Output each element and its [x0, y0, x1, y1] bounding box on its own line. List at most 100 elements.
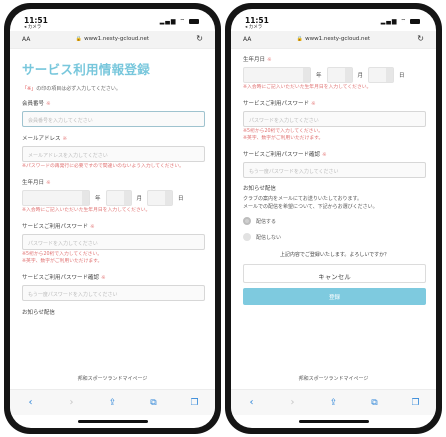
member-no-label: 会員番号 ※ [22, 99, 205, 107]
newsletter-option-yes-label: 配信する [256, 218, 277, 225]
phone-frame-right: 11:51 ◂ カメラ ▂▄▆ ⌔ AA 🔒 www1.nesty-gcloud.… [225, 3, 442, 434]
day-label: 日 [399, 73, 405, 79]
newsletter-option-no-label: 配信しない [256, 234, 282, 241]
birth-month-select[interactable] [326, 67, 353, 83]
password-input[interactable]: パスワードを入力してください [243, 110, 426, 127]
password-input[interactable]: パスワードを入力してください [22, 233, 205, 250]
reload-icon[interactable]: ↻ [196, 34, 203, 43]
forward-icon[interactable]: › [283, 397, 303, 408]
password-label: サービスご利用パスワード ※ [243, 99, 426, 107]
newsletter-option-yes[interactable]: 配信する [243, 215, 426, 227]
chevron-down-icon [303, 68, 310, 82]
birthdate-row: 年 月 日 [22, 189, 205, 206]
chevron-down-icon [386, 68, 394, 82]
site-footer-title: 邦和スポーツランドマイページ [298, 376, 369, 382]
birth-month-select[interactable] [105, 189, 132, 206]
newsletter-desc-line-1: クラブの案内をメールにてお送りいたしております。 [243, 195, 363, 202]
password-error-length: ※5桁から20桁で入力してください。 [243, 128, 324, 134]
forward-icon[interactable]: › [62, 397, 82, 408]
status-back-to-app[interactable]: ◂ カメラ [245, 24, 262, 30]
status-bar: 11:51 ◂ カメラ ▂▄▆ ⌔ [231, 9, 436, 31]
status-back-to-app[interactable]: ◂ カメラ [24, 24, 41, 30]
member-no-input[interactable]: 会員番号を入力してください [22, 111, 205, 127]
password-label-text: サービスご利用パスワード [22, 223, 89, 230]
lock-icon: 🔒 [296, 36, 304, 42]
radio-unchecked-icon[interactable] [243, 233, 251, 242]
birthdate-label: 生年月日 ※ [243, 55, 426, 63]
newsletter-description: クラブの案内をメールにてお送りいたしております。 メールでの配信を希望について、… [243, 196, 426, 212]
password-error-length: ※5桁から20桁で入力してください。 [22, 251, 103, 257]
password-confirm-label-text: サービスご利用パスワード確認 [22, 274, 100, 281]
birth-day-select[interactable] [368, 67, 395, 83]
year-label: 年 [316, 73, 322, 79]
address-bar[interactable]: AA 🔒 www1.nesty-gcloud.net ↻ [231, 31, 436, 49]
tabs-icon[interactable]: ❐ [406, 398, 426, 408]
radio-checked-icon[interactable] [243, 217, 251, 226]
birthdate-error: ※入会時にご記入いただいた生年月日を入力してください。 [22, 207, 151, 213]
birthdate-label-text: 生年月日 [243, 57, 266, 63]
email-input[interactable]: メールアドレスを入力してください [22, 146, 205, 162]
required-mark: ※ [62, 136, 68, 142]
month-label: 月 [357, 73, 364, 79]
lock-icon: 🔒 [75, 36, 83, 42]
email-error: ※パスワードの再発行に必要ですので間違いのないよう入力してください。 [22, 164, 184, 169]
birth-year-select[interactable] [22, 189, 90, 206]
password-confirm-label: サービスご利用パスワード確認 ※ [22, 273, 205, 281]
back-icon[interactable]: ‹ [242, 397, 262, 408]
page-title: サービス利用情報登録 [22, 62, 151, 77]
back-icon[interactable]: ‹ [21, 397, 41, 408]
submit-button[interactable]: 登録 [243, 288, 426, 306]
password-label: サービスご利用パスワード ※ [22, 222, 205, 230]
status-bar: 11:51 ◂ カメラ ▂▄▆ ⌔ [10, 9, 215, 31]
address-bar[interactable]: AA 🔒 www1.nesty-gcloud.net ↻ [10, 31, 215, 49]
birth-day-select[interactable] [147, 189, 174, 206]
share-icon[interactable]: ⇪ [324, 398, 344, 408]
home-indicator[interactable] [77, 420, 148, 423]
home-indicator[interactable] [298, 420, 369, 423]
password-confirm-label-text: サービスご利用パスワード確認 [243, 151, 321, 158]
day-label: 日 [178, 195, 184, 202]
password-confirm-input[interactable]: もう一度パスワードを入力してください [22, 284, 205, 301]
screen-right: 11:51 ◂ カメラ ▂▄▆ ⌔ AA 🔒 www1.nesty-gcloud.… [231, 9, 436, 428]
browser-toolbar: ‹ › ⇪ ⧉ ❐ [231, 389, 436, 415]
reload-icon[interactable]: ↻ [417, 34, 424, 43]
form-content: 生年月日 ※ 年 月 日 ※入会時にご記入いただいた生年月日を入力してください。 … [243, 49, 426, 380]
share-icon[interactable]: ⇪ [103, 398, 123, 408]
birthdate-row: 年 月 日 [243, 67, 426, 83]
chevron-down-icon [123, 190, 131, 205]
required-note-text: の印の項目は必ず入力してください。 [36, 86, 121, 92]
cancel-button[interactable]: キャンセル [243, 264, 426, 284]
email-label-text: メールアドレス [22, 136, 61, 142]
url-display[interactable]: 🔒 www1.nesty-gcloud.net [231, 36, 436, 42]
form-content: サービス利用情報登録 「※」の印の項目は必ず入力してください。 会員番号 ※ 会員… [22, 53, 205, 380]
required-mark: ※ [101, 274, 106, 281]
screen-left: 11:51 ◂ カメラ ▂▄▆ ⌔ AA 🔒 www1.nesty-gcloud.… [10, 9, 215, 428]
battery-icon [189, 19, 199, 24]
signal-wifi-battery-icon: ▂▄▆ ⌔ [160, 17, 199, 25]
required-mark: ※ [46, 179, 51, 186]
password-error-chars: ※英字、数字がご利用いただけます。 [243, 135, 324, 141]
signal-wifi-battery-icon: ▂▄▆ ⌔ [381, 17, 420, 25]
chevron-down-icon [165, 190, 173, 205]
required-mark: ※ [322, 151, 327, 158]
required-note: 「※」の印の項目は必ず入力してください。 [22, 85, 205, 92]
url-text: www1.nesty-gcloud.net [84, 36, 150, 42]
birthdate-error: ※入会時にご記入いただいた生年月日を入力してください。 [243, 85, 372, 90]
bookmarks-icon[interactable]: ⧉ [365, 398, 385, 408]
required-mark: ※ [90, 223, 95, 230]
phone-frame-left: 11:51 ◂ カメラ ▂▄▆ ⌔ AA 🔒 www1.nesty-gcloud.… [4, 3, 221, 434]
newsletter-option-no[interactable]: 配信しない [243, 231, 426, 243]
url-display[interactable]: 🔒 www1.nesty-gcloud.net [10, 36, 215, 42]
tabs-icon[interactable]: ❐ [185, 398, 205, 408]
bookmarks-icon[interactable]: ⧉ [144, 398, 164, 408]
birthdate-label: 生年月日 ※ [22, 178, 205, 186]
password-confirm-input[interactable]: もう一度パスワードを入力してください [243, 161, 426, 178]
birth-year-select[interactable] [243, 67, 311, 83]
newsletter-label-partial: お知らせ配信 [22, 309, 55, 316]
site-footer-title: 邦和スポーツランドマイページ [77, 376, 148, 382]
birthdate-label-text: 生年月日 [22, 179, 45, 186]
chevron-down-icon [82, 190, 89, 205]
password-error-chars: ※英字、数字がご利用いただけます。 [22, 258, 103, 264]
required-mark: ※ [311, 100, 316, 107]
browser-toolbar: ‹ › ⇪ ⧉ ❐ [10, 389, 215, 415]
